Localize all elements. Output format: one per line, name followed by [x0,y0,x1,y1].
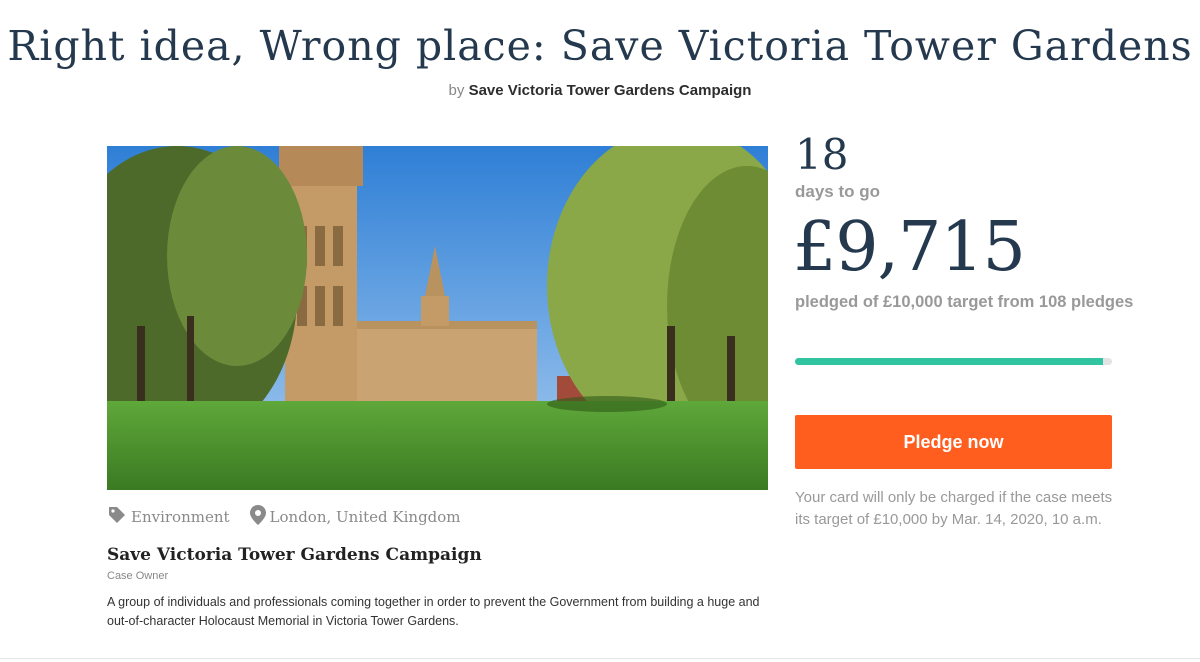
map-pin-icon [249,505,266,529]
location-label: London, United Kingdom [269,508,461,526]
page-title: Right idea, Wrong place: Save Victoria T… [7,22,1193,70]
tag-icon [107,505,127,529]
funding-progress-fill [795,358,1103,365]
location-tag[interactable]: London, United Kingdom [249,505,461,529]
owner-description: A group of individuals and professionals… [107,595,760,628]
pledged-summary: pledged of £10,000 target from 108 pledg… [795,293,1134,311]
byline-prefix: by [448,82,465,99]
owner-role: Case Owner [107,570,169,582]
campaign-hero-image [107,146,768,490]
pledged-amount: £9,715 [793,208,1026,287]
campaign-tags: Environment London, United Kingdom [107,505,481,529]
category-tag[interactable]: Environment [107,505,230,529]
days-remaining-count: 18 [795,130,849,179]
pledge-now-button[interactable]: Pledge now [795,415,1112,469]
owner-name[interactable]: Save Victoria Tower Gardens Campaign [107,545,482,565]
bottom-divider [0,658,1200,659]
byline-owner-link[interactable]: Save Victoria Tower Gardens Campaign [469,82,752,99]
days-remaining-label: days to go [795,182,881,201]
category-label: Environment [131,508,230,526]
charge-condition-note: Your card will only be charged if the ca… [795,489,1113,528]
byline: by Save Victoria Tower Gardens Campaign [0,82,1200,99]
funding-progress-bar [795,358,1112,365]
